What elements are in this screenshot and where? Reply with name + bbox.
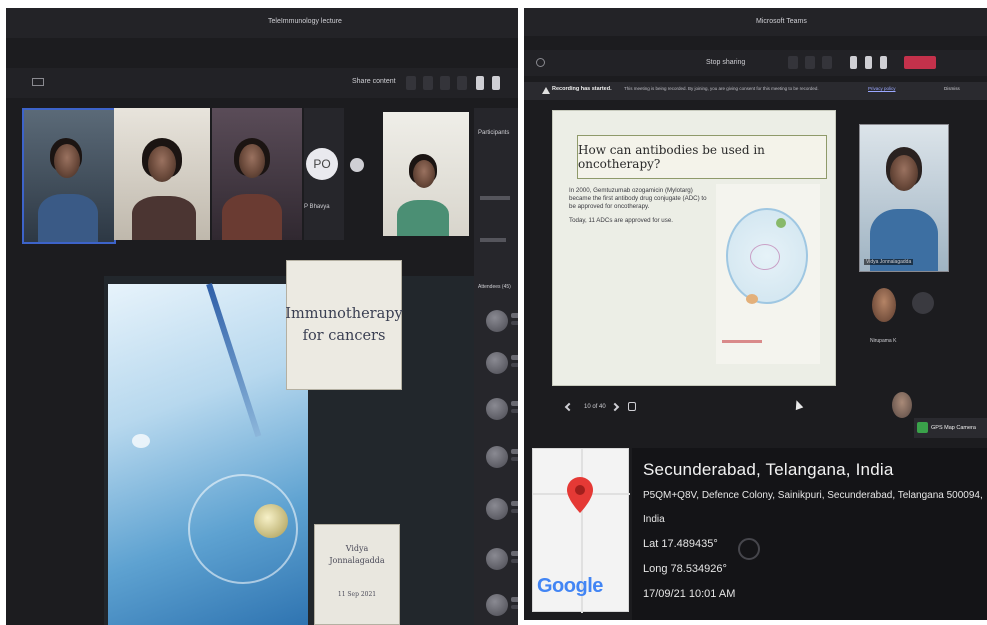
- right-chat-icon[interactable]: [850, 56, 857, 69]
- left-participant-tile-2[interactable]: [114, 108, 210, 240]
- more-participants-button[interactable]: [912, 292, 934, 314]
- slide-page-counter: 10 of 40: [584, 404, 606, 410]
- participants-header: Participants: [478, 130, 510, 136]
- author-last-name: Jonnalagadda: [329, 556, 385, 565]
- left-participant-tile-3[interactable]: [212, 108, 302, 240]
- left-more-icon[interactable]: [457, 76, 467, 90]
- presenter-name: Vidya Jonnalagadda: [864, 259, 914, 265]
- participant-name: P Bhavya: [304, 204, 330, 210]
- left-shared-slide: Immunotherapy for cancers Vidya Jonnalag…: [104, 260, 494, 625]
- recording-banner: Recording has started. This meeting is b…: [524, 82, 987, 100]
- left-share-icon[interactable]: [440, 76, 450, 90]
- right-title-bar: Microsoft Teams: [524, 8, 987, 36]
- attendee-row[interactable]: [482, 588, 518, 625]
- left-participant-tile-1[interactable]: [22, 108, 116, 244]
- author-first-name: Vidya: [345, 544, 369, 553]
- location-longitude: Long 78.534926°: [643, 563, 727, 575]
- small-participant-name: Nirupama K: [870, 338, 897, 344]
- slide-bullet-2: Today, 11 ADCs are approved for use.: [569, 217, 673, 224]
- recording-dismiss-button[interactable]: Dismiss: [944, 86, 960, 91]
- location-address-line1: P5QM+Q8V, Defence Colony, Sainikpuri, Se…: [643, 490, 983, 501]
- attendee-row[interactable]: [482, 392, 518, 432]
- left-meeting-toolbar: Share content: [6, 68, 518, 98]
- google-logo: Google: [537, 575, 603, 597]
- small-participant-avatar[interactable]: [872, 288, 896, 322]
- slide-bullet-1: In 2000, Gemtuzumab ozogamicin (Mylotarg…: [569, 187, 707, 210]
- attendee-row[interactable]: [482, 346, 518, 386]
- left-title-bar: TeleImmunology lecture: [6, 8, 518, 38]
- location-datetime: 17/09/21 10:01 AM: [643, 588, 736, 600]
- right-camera-icon[interactable]: [788, 56, 798, 69]
- map-thumbnail: Google: [532, 448, 630, 613]
- recording-message: This meeting is being recorded. By joini…: [624, 86, 819, 91]
- recording-warning-icon: [542, 87, 550, 94]
- slide-author-box: Vidya Jonnalagadda 11 Sep 2021: [314, 524, 400, 625]
- left-teams-window: TeleImmunology lecture Share content PO …: [6, 8, 518, 625]
- slide-sync-icon[interactable]: [628, 402, 636, 411]
- left-mic-icon[interactable]: [423, 76, 433, 90]
- leave-button[interactable]: [904, 56, 936, 69]
- slide-question-title: How can antibodies be used in oncotherap…: [577, 135, 827, 179]
- slide-lab-image: [108, 283, 308, 625]
- attendee-row[interactable]: [482, 542, 518, 582]
- recording-title: Recording has started.: [552, 86, 612, 92]
- attendee-row[interactable]: [482, 304, 518, 344]
- right-raise-hand-icon[interactable]: [880, 56, 887, 69]
- attendee-row[interactable]: [482, 440, 518, 480]
- right-window-title: Microsoft Teams: [756, 18, 807, 25]
- slide-date: 11 Sep 2021: [337, 591, 377, 598]
- left-self-view: [383, 112, 469, 236]
- left-window-title: TeleImmunology lecture: [268, 18, 342, 25]
- slide-title-box: Immunotherapy for cancers: [285, 260, 403, 390]
- left-share-button[interactable]: Share content: [352, 78, 396, 85]
- reflection-circle: [738, 538, 760, 560]
- adc-diagram: [716, 184, 820, 364]
- right-people-icon[interactable]: [865, 56, 872, 69]
- gps-camera-label: GPS Map Camera: [931, 425, 976, 431]
- left-more-participants-icon[interactable]: [350, 158, 364, 172]
- location-latitude: Lat 17.489435°: [643, 538, 718, 550]
- participant-avatar: PO: [306, 148, 338, 180]
- right-mic-icon[interactable]: [805, 56, 815, 69]
- location-address-line2: India: [643, 514, 665, 525]
- right-stop-sharing-button[interactable]: Stop sharing: [706, 59, 745, 66]
- right-back-icon[interactable]: [536, 58, 545, 67]
- left-grid-icon[interactable]: [32, 78, 44, 86]
- privacy-policy-link[interactable]: Privacy policy: [868, 86, 896, 91]
- right-meeting-toolbar: Stop sharing: [524, 50, 987, 76]
- left-people-icon[interactable]: [492, 76, 500, 90]
- location-title: Secunderabad, Telangana, India: [643, 460, 894, 479]
- map-camera-icon: [917, 422, 928, 433]
- bottom-avatar: [892, 392, 912, 418]
- left-participant-tile-initials[interactable]: PO P Bhavya: [304, 108, 344, 240]
- gps-camera-badge: GPS Map Camera: [914, 418, 987, 438]
- right-share-icon[interactable]: [822, 56, 832, 69]
- attendee-row[interactable]: [482, 492, 518, 532]
- attendees-header: Attendees (45): [478, 284, 511, 290]
- left-chat-icon[interactable]: [476, 76, 484, 90]
- slide-title-line2: for cancers: [302, 328, 386, 344]
- slide-bullets: In 2000, Gemtuzumab ozogamicin (Mylotarg…: [569, 187, 711, 231]
- slide-title-line1: Immunotherapy: [285, 306, 403, 322]
- map-pin-icon: [567, 477, 593, 513]
- presenter-video-tile[interactable]: Vidya Jonnalagadda: [859, 124, 949, 272]
- left-camera-icon[interactable]: [406, 76, 416, 90]
